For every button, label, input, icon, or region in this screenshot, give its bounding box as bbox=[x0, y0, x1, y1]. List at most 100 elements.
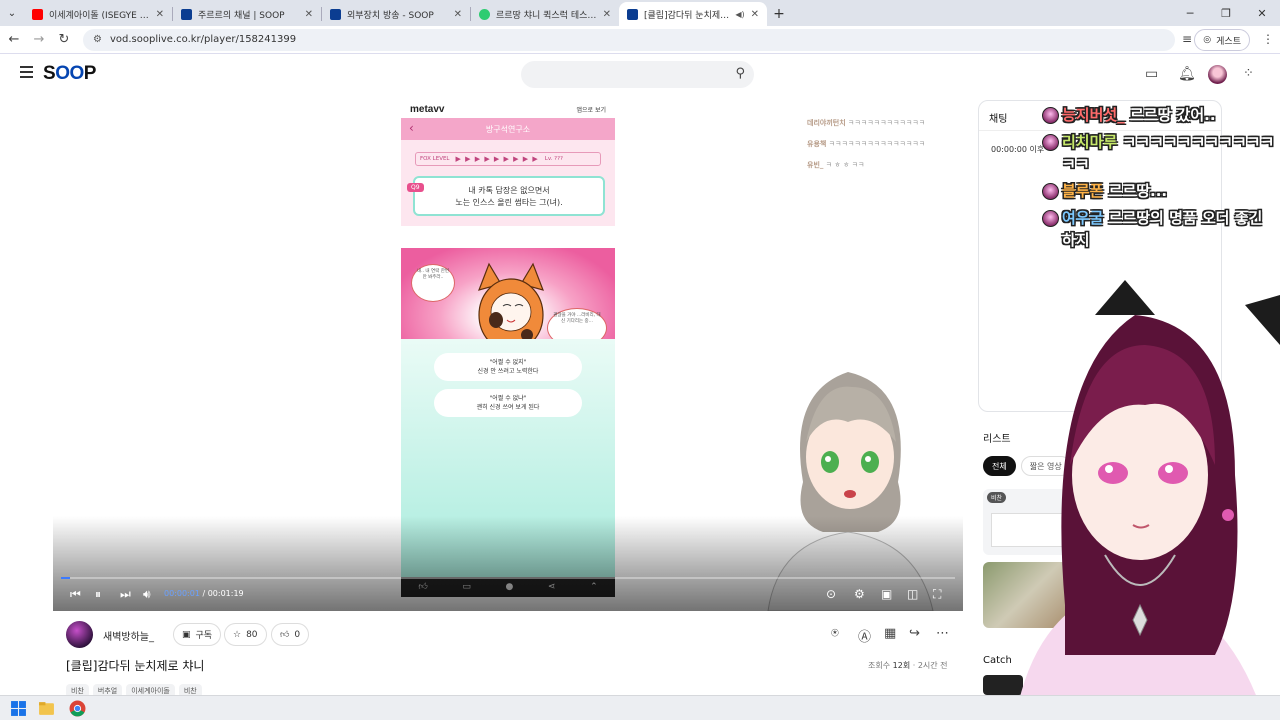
browser-tab-bar: ⌄ 이세계아이돌 (ISEGYE IDOL) 1: ✕ 주르르의 채널 | SO… bbox=[0, 0, 1280, 26]
autoplay-toggle-icon[interactable]: ⊙ bbox=[826, 587, 836, 601]
stream-chat-overlay-large: 능지버섯_ 르르땅 갔어.. 리치마루 ㅋㅋㅋㅋㅋㅋㅋㅋㅋㅋㅋㅋㅋ 블루폰 르르… bbox=[1040, 104, 1276, 256]
reload-icon[interactable]: ↻ bbox=[53, 29, 75, 51]
apps-grid-icon[interactable]: ⁘ bbox=[1243, 66, 1254, 81]
overlay-chat-line: 유빈_ ㅋ ㅎ ㅎ ㅋㅋ bbox=[807, 161, 865, 169]
close-tab-icon[interactable]: ✕ bbox=[305, 9, 313, 20]
browser-tab[interactable]: 외부장치 방송 - SOOP ✕ bbox=[322, 2, 470, 26]
windows-taskbar bbox=[0, 695, 1280, 720]
browser-tab-active[interactable]: [클립]감다뒤 눈치제로 챠니 ◀) ✕ bbox=[619, 2, 767, 26]
new-tab-button[interactable]: + bbox=[767, 2, 791, 26]
profile-icon: ◎ bbox=[1203, 35, 1212, 45]
window-controls: ─ ❐ ✕ bbox=[1172, 0, 1280, 26]
chat-replay-timestamp: 00:00:00 이후 bbox=[991, 145, 1045, 154]
browser-tab[interactable]: 주르르의 채널 | SOOP ✕ bbox=[173, 2, 321, 26]
chat-user-icon bbox=[1042, 210, 1059, 227]
share-icon[interactable]: ↪ bbox=[909, 626, 920, 641]
profile-label: 게스트 bbox=[1216, 36, 1241, 47]
site-header: SOOP ⚲ ▭ 🔔︎ ⁘ bbox=[0, 54, 1280, 96]
channel-name[interactable]: 새벽방하늘_ bbox=[103, 628, 154, 643]
like-button[interactable]: 👍︎ 0 bbox=[271, 623, 310, 646]
metavv-logo: metavv bbox=[410, 103, 445, 115]
forward-icon[interactable]: → bbox=[28, 29, 50, 51]
tab-title: [클립]감다뒤 눈치제로 챠니 bbox=[644, 10, 729, 21]
back-icon[interactable]: ← bbox=[3, 29, 25, 51]
soop-icon bbox=[181, 8, 192, 20]
maximize-icon[interactable]: ❐ bbox=[1208, 0, 1244, 26]
bell-icon[interactable]: 🔔︎ bbox=[1178, 66, 1196, 82]
fullscreen-icon[interactable]: ⛶ bbox=[933, 587, 941, 602]
close-icon[interactable]: ✕ bbox=[1244, 0, 1280, 26]
chat-user-icon bbox=[1042, 134, 1059, 151]
tab-title: 이세계아이돌 (ISEGYE IDOL) 1: bbox=[49, 10, 150, 21]
pip-icon[interactable]: ▣ bbox=[881, 587, 892, 601]
badge-icon[interactable]: ⍟ bbox=[831, 626, 839, 641]
time-display: 00:00:01 / 00:01:19 bbox=[164, 589, 244, 598]
chrome-icon[interactable] bbox=[69, 700, 86, 717]
pause-icon[interactable]: ⏸︎ bbox=[95, 587, 101, 602]
browser-tab[interactable]: 이세계아이돌 (ISEGYE IDOL) 1: ✕ bbox=[24, 2, 172, 26]
url-text: vod.sooplive.co.kr/player/158241399 bbox=[109, 34, 297, 45]
close-tab-icon[interactable]: ✕ bbox=[603, 9, 611, 20]
user-avatar[interactable] bbox=[1208, 65, 1227, 84]
star-icon: ☆ bbox=[233, 629, 242, 640]
subscribe-button[interactable]: ▣ 구독 bbox=[173, 623, 222, 646]
next-icon[interactable]: ⏭︎ bbox=[120, 587, 131, 602]
minimize-icon[interactable]: ─ bbox=[1172, 0, 1208, 26]
overlay-chat-message: 여우굴 르르땅의 명품 오더 좋긴 하지 bbox=[1040, 207, 1276, 251]
file-explorer-icon[interactable] bbox=[38, 700, 55, 717]
previous-icon[interactable]: ⏮︎ bbox=[70, 587, 81, 602]
quiz-question-area: FOX LEVEL ▶ ▶ ▶ ▶ ▶ ▶ ▶ ▶ ▶ Lv. ??? Q9 내… bbox=[401, 140, 615, 226]
stream-chat-overlay: 데리야끼턴치 ㅋㅋㅋㅋㅋㅋㅋㅋㅋㅋㅋㅋ 유용책 ㅋㅋㅋㅋㅋㅋㅋㅋㅋㅋㅋㅋㅋㅋㅋ … bbox=[807, 118, 957, 171]
chat-user-icon bbox=[1042, 183, 1059, 200]
tab-title: 외부장치 방송 - SOOP bbox=[347, 10, 434, 21]
phone-header: ‹ 방구석연구소 bbox=[401, 118, 615, 140]
chat-user-icon bbox=[1042, 107, 1059, 124]
browser-toolbar: ← → ↻ ⚙ vod.sooplive.co.kr/player/158241… bbox=[0, 26, 1280, 54]
search-input[interactable]: ⚲ bbox=[521, 61, 754, 88]
video-player[interactable]: metavv 앱으로 보기 ‹ 방구석연구소 FOX LEVEL ▶ ▶ ▶ ▶… bbox=[53, 100, 963, 611]
close-tab-icon[interactable]: ✕ bbox=[156, 9, 164, 20]
settings-icon[interactable]: ⚙ bbox=[854, 587, 865, 601]
channel-row: 새벽방하늘_ ▣ 구독 ☆ 80 👍︎ 0 ⍟ Ⓐ ▦ ↪ ⋯ bbox=[66, 620, 956, 650]
question-box: 내 카톡 답장은 없으면서 노는 인스스 올린 썸타는 그(녀). bbox=[413, 176, 605, 216]
back-arrow-icon: ‹ bbox=[409, 121, 414, 135]
speaker-icon[interactable]: ◀) bbox=[735, 10, 744, 19]
soop-logo[interactable]: SOOP bbox=[43, 63, 96, 85]
phone-header-title: 방구석연구소 bbox=[485, 124, 531, 134]
vtuber-avatar-dark-hair bbox=[980, 280, 1280, 720]
speech-bubble-left: 내.. 내 연락 한번만 봐주라.. bbox=[411, 264, 455, 302]
menu-icon[interactable]: ⋮ bbox=[1262, 32, 1274, 46]
browser-tab[interactable]: 르르땅 챠니 퀵스럭 테스트 결: ✕ bbox=[471, 2, 619, 26]
profile-button[interactable]: ◎ 게스트 bbox=[1194, 29, 1250, 51]
broadcast-icon[interactable]: ▭ bbox=[1145, 66, 1158, 82]
hamburger-menu-icon[interactable] bbox=[20, 66, 33, 78]
media-controls-icon[interactable]: ≡ bbox=[1182, 32, 1192, 46]
favorite-button[interactable]: ☆ 80 bbox=[224, 623, 267, 646]
tab-search-icon[interactable]: ⌄ bbox=[4, 5, 20, 21]
close-tab-icon[interactable]: ✕ bbox=[454, 9, 462, 20]
ad-icon[interactable]: Ⓐ bbox=[858, 626, 871, 645]
address-bar[interactable]: ⚙ vod.sooplive.co.kr/player/158241399 bbox=[83, 28, 1175, 51]
answer-option-2: "어쩔 수 없냐" 괜히 신경 쓰여 보게 된다 bbox=[434, 389, 582, 417]
leaf-icon bbox=[479, 8, 490, 20]
overlay-chat-line: 유용책 ㅋㅋㅋㅋㅋㅋㅋㅋㅋㅋㅋㅋㅋㅋㅋ bbox=[807, 140, 926, 148]
video-meta: 조회수 12회 · 2시간 전 bbox=[868, 661, 948, 670]
site-info-icon[interactable]: ⚙ bbox=[93, 34, 102, 45]
thumbs-up-icon: 👍︎ bbox=[280, 629, 290, 640]
video-title: [클립]감다뒤 눈치제로 챠니 bbox=[66, 659, 205, 673]
channel-avatar[interactable] bbox=[66, 621, 93, 648]
question-number: Q9 bbox=[407, 183, 424, 192]
more-icon[interactable]: ⋯ bbox=[936, 626, 949, 641]
theater-mode-icon[interactable]: ◫ bbox=[907, 587, 918, 601]
fox-level-bar: FOX LEVEL ▶ ▶ ▶ ▶ ▶ ▶ ▶ ▶ ▶ Lv. ??? bbox=[415, 152, 601, 166]
close-tab-icon[interactable]: ✕ bbox=[751, 9, 759, 20]
player-controls: ⏮︎ ⏸︎ ⏭︎ 🔊︎ 00:00:01 / 00:01:19 ⊙ ⚙ ▣ ◫ … bbox=[53, 577, 963, 611]
volume-icon[interactable]: 🔊︎ bbox=[143, 587, 151, 602]
calendar-icon[interactable]: ▦ bbox=[884, 626, 896, 641]
overlay-chat-line: 데리야끼턴치 ㅋㅋㅋㅋㅋㅋㅋㅋㅋㅋㅋㅋ bbox=[807, 119, 926, 127]
screen: ⌄ 이세계아이돌 (ISEGYE IDOL) 1: ✕ 주르르의 채널 | SO… bbox=[0, 0, 1280, 720]
windows-start-icon[interactable] bbox=[10, 700, 27, 717]
search-icon[interactable]: ⚲ bbox=[735, 66, 745, 81]
overlay-chat-message: 리치마루 ㅋㅋㅋㅋㅋㅋㅋㅋㅋㅋㅋㅋㅋ bbox=[1040, 131, 1276, 175]
soop-icon bbox=[330, 8, 341, 20]
